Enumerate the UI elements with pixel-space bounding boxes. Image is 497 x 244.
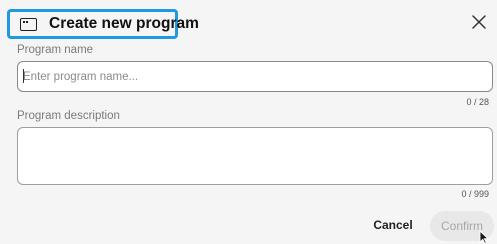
close-button[interactable] [470, 13, 488, 31]
program-description-counter: 0 / 999 [461, 189, 489, 199]
program-name-counter: 0 / 28 [466, 97, 489, 107]
dialog-header: Create new program [7, 9, 199, 39]
confirm-button[interactable]: Confirm [430, 211, 494, 241]
close-icon [472, 15, 486, 29]
program-description-input[interactable] [17, 127, 493, 185]
text-caret [23, 69, 24, 83]
cancel-button[interactable]: Cancel [367, 211, 419, 239]
create-program-dialog: Create new program Program name 0 / 28 P… [0, 0, 497, 244]
program-description-label: Program description [17, 110, 120, 122]
program-name-label: Program name [17, 44, 94, 56]
program-name-input[interactable] [17, 61, 493, 92]
window-icon [20, 17, 37, 31]
dialog-title: Create new program [49, 15, 199, 32]
